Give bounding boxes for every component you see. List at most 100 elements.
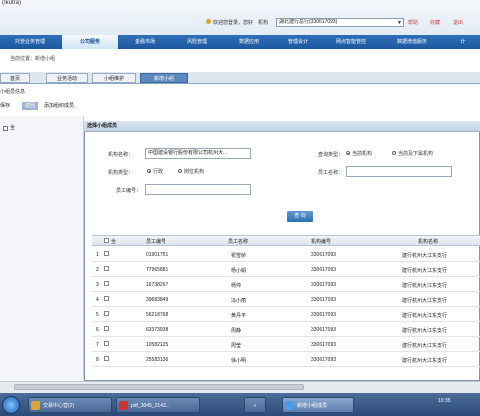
app-brand: (Ikutra): [2, 0, 22, 6]
org-no-cell: 330617093: [311, 297, 337, 303]
help-link[interactable]: 帮助: [408, 19, 418, 26]
row-number: 8: [96, 357, 99, 363]
table-row[interactable]: 8 25583136 徐小明 330617093 建行杭州大江东支行: [92, 353, 480, 367]
tab-new-group[interactable]: 新增小组: [140, 73, 188, 83]
row-number: 4: [96, 297, 99, 303]
row-checkbox[interactable]: [104, 251, 109, 256]
scrollbar-thumb[interactable]: [14, 384, 304, 390]
nav-item-branch[interactable]: 网点智能管控: [322, 35, 380, 49]
user-icon: [206, 19, 211, 24]
nav-item-custody[interactable]: 托管业务管理: [0, 35, 60, 49]
select-all-checkbox[interactable]: [104, 238, 109, 243]
favorite-link[interactable]: 收藏: [430, 19, 440, 26]
org-no-cell: 330617093: [311, 342, 337, 348]
org-no-cell: 330617093: [311, 252, 337, 258]
staff-no-cell: 63373938: [146, 327, 169, 333]
row-number: 1: [96, 252, 99, 258]
main-nav: 托管业务管理 公司服务 金融市场 风险管理 数据应用 管理会计 网点智能管控 数…: [0, 35, 480, 49]
row-number: 7: [96, 342, 99, 348]
staff-name-cell: 祝雪娇: [231, 253, 247, 259]
table-row[interactable]: 3 16738267 杨帅 330617093 建行杭州大江东支行: [92, 278, 480, 292]
tab-group-maint[interactable]: 小组维护: [92, 73, 136, 83]
logout-link[interactable]: 退出: [453, 19, 463, 26]
row-number: 5: [96, 312, 99, 318]
org-no-cell: 330617093: [311, 267, 337, 273]
table-row[interactable]: 4 39683849 冯小丽 330617093 建行杭州大江东支行: [92, 293, 480, 307]
section-title: 小组员信息: [0, 89, 26, 95]
org-name-cell: 建行杭州大江东支行: [402, 343, 448, 349]
nav-item-accounting[interactable]: 管理会计: [276, 35, 320, 49]
start-button[interactable]: [2, 396, 20, 414]
nav-item-data-service[interactable]: 数据增值服务: [382, 35, 442, 49]
query-button[interactable]: 查 询: [287, 211, 313, 222]
taskbar-item-trading[interactable]: 交易中心营(2): [28, 397, 112, 413]
org-name-cell: 建行杭州大江东支行: [402, 298, 448, 304]
chevron-down-icon: ▼: [397, 20, 402, 26]
left-select-label: 全: [10, 125, 16, 131]
org-name-cell: 建行杭州大江东支行: [402, 358, 448, 364]
taskbar-item-new-group[interactable]: 新增小组成员: [282, 397, 354, 413]
row-checkbox[interactable]: [104, 266, 109, 271]
org-name-cell: 建行杭州大江东支行: [402, 268, 448, 274]
nav-item-corporate[interactable]: 公司服务: [62, 35, 118, 49]
col-org-no: 机构编号: [311, 239, 332, 245]
staff-name-cell: 杨小娟: [231, 268, 247, 274]
row-checkbox[interactable]: [104, 326, 109, 331]
left-select-checkbox[interactable]: [3, 126, 8, 131]
table-row[interactable]: 7 10582125 周莹 330617093 建行杭州大江东支行: [92, 338, 480, 352]
col-org-name: 机构名称: [418, 239, 439, 245]
table-row[interactable]: 5 56218768 黄丹平 330617093 建行杭州大江东支行: [92, 308, 480, 322]
staff-name-label: 员工名称：: [318, 170, 344, 176]
staff-name-cell: 徐小明: [231, 358, 247, 364]
top-header: [0, 0, 480, 35]
table-row[interactable]: 2 77965881 杨小娟 330617093 建行杭州大江东支行: [92, 263, 480, 277]
staff-no-cell: 25583136: [146, 357, 169, 363]
org-type-post-label: 岗位机构: [184, 169, 205, 175]
nav-item-data-app[interactable]: 数据应用: [224, 35, 274, 49]
staff-name-field[interactable]: [346, 166, 452, 177]
welcome-text: 欢迎您登录，您好: [213, 20, 254, 26]
table-row[interactable]: 6 63373938 周静 330617093 建行杭州大江东支行: [92, 323, 480, 337]
row-checkbox[interactable]: [104, 296, 109, 301]
row-number: 3: [96, 282, 99, 288]
org-label: 机构: [258, 20, 269, 26]
row-checkbox[interactable]: [104, 356, 109, 361]
nav-item-finance-market[interactable]: 金融市场: [120, 35, 170, 49]
org-name-field[interactable]: 中国建设银行股份有限公司杭州大...: [145, 148, 251, 159]
query-type-current-radio[interactable]: [346, 151, 350, 155]
staff-no-field[interactable]: [145, 184, 251, 195]
tab-business[interactable]: 业务活动: [46, 73, 88, 83]
query-type-sub-radio[interactable]: [392, 151, 396, 155]
query-type-sub-label: 当前及下属机构: [398, 151, 434, 157]
org-name-cell: 建行杭州大江东支行: [402, 328, 448, 334]
tab-home[interactable]: 首页: [0, 73, 30, 83]
row-checkbox[interactable]: [104, 281, 109, 286]
row-checkbox[interactable]: [104, 311, 109, 316]
table-row[interactable]: 1 01901751 祝雪娇 330617093 建行杭州大江东支行: [92, 248, 480, 262]
sub-toolbar: 保存 返回 添加组织成员: [0, 100, 480, 112]
taskbar-item-pdf[interactable]: pdf_3045_2143...: [116, 397, 200, 413]
folder-icon: [31, 401, 40, 410]
left-panel: [0, 116, 84, 380]
add-member-button[interactable]: 添加组织成员: [44, 102, 84, 110]
taskbar-item-browser[interactable]: e: [244, 397, 266, 413]
org-name-cell: 建行杭州大江东支行: [402, 253, 448, 259]
back-button[interactable]: 返回: [22, 102, 38, 110]
staff-no-cell: 56218768: [146, 312, 169, 318]
staff-no-cell: 77965881: [146, 267, 169, 273]
save-button[interactable]: 保存: [0, 102, 14, 110]
org-no-cell: 330617093: [311, 312, 337, 318]
nav-item-risk[interactable]: 风险管理: [172, 35, 222, 49]
org-type-admin-radio[interactable]: [147, 169, 151, 173]
org-select[interactable]: 湖北建行总行(330617093) ▼: [276, 18, 404, 27]
query-type-current-label: 当前机构: [352, 151, 373, 157]
org-type-post-radio[interactable]: [178, 169, 182, 173]
org-name-label: 机构名称：: [108, 152, 134, 158]
nav-item-more[interactable]: 计: [446, 35, 480, 49]
staff-no-cell: 01901751: [146, 252, 169, 258]
org-type-admin-label: 行政: [153, 169, 164, 175]
staff-name-cell: 黄丹平: [231, 313, 247, 319]
row-checkbox[interactable]: [104, 341, 109, 346]
org-type-label: 机构类型：: [108, 170, 134, 176]
staff-name-cell: 冯小丽: [231, 298, 247, 304]
